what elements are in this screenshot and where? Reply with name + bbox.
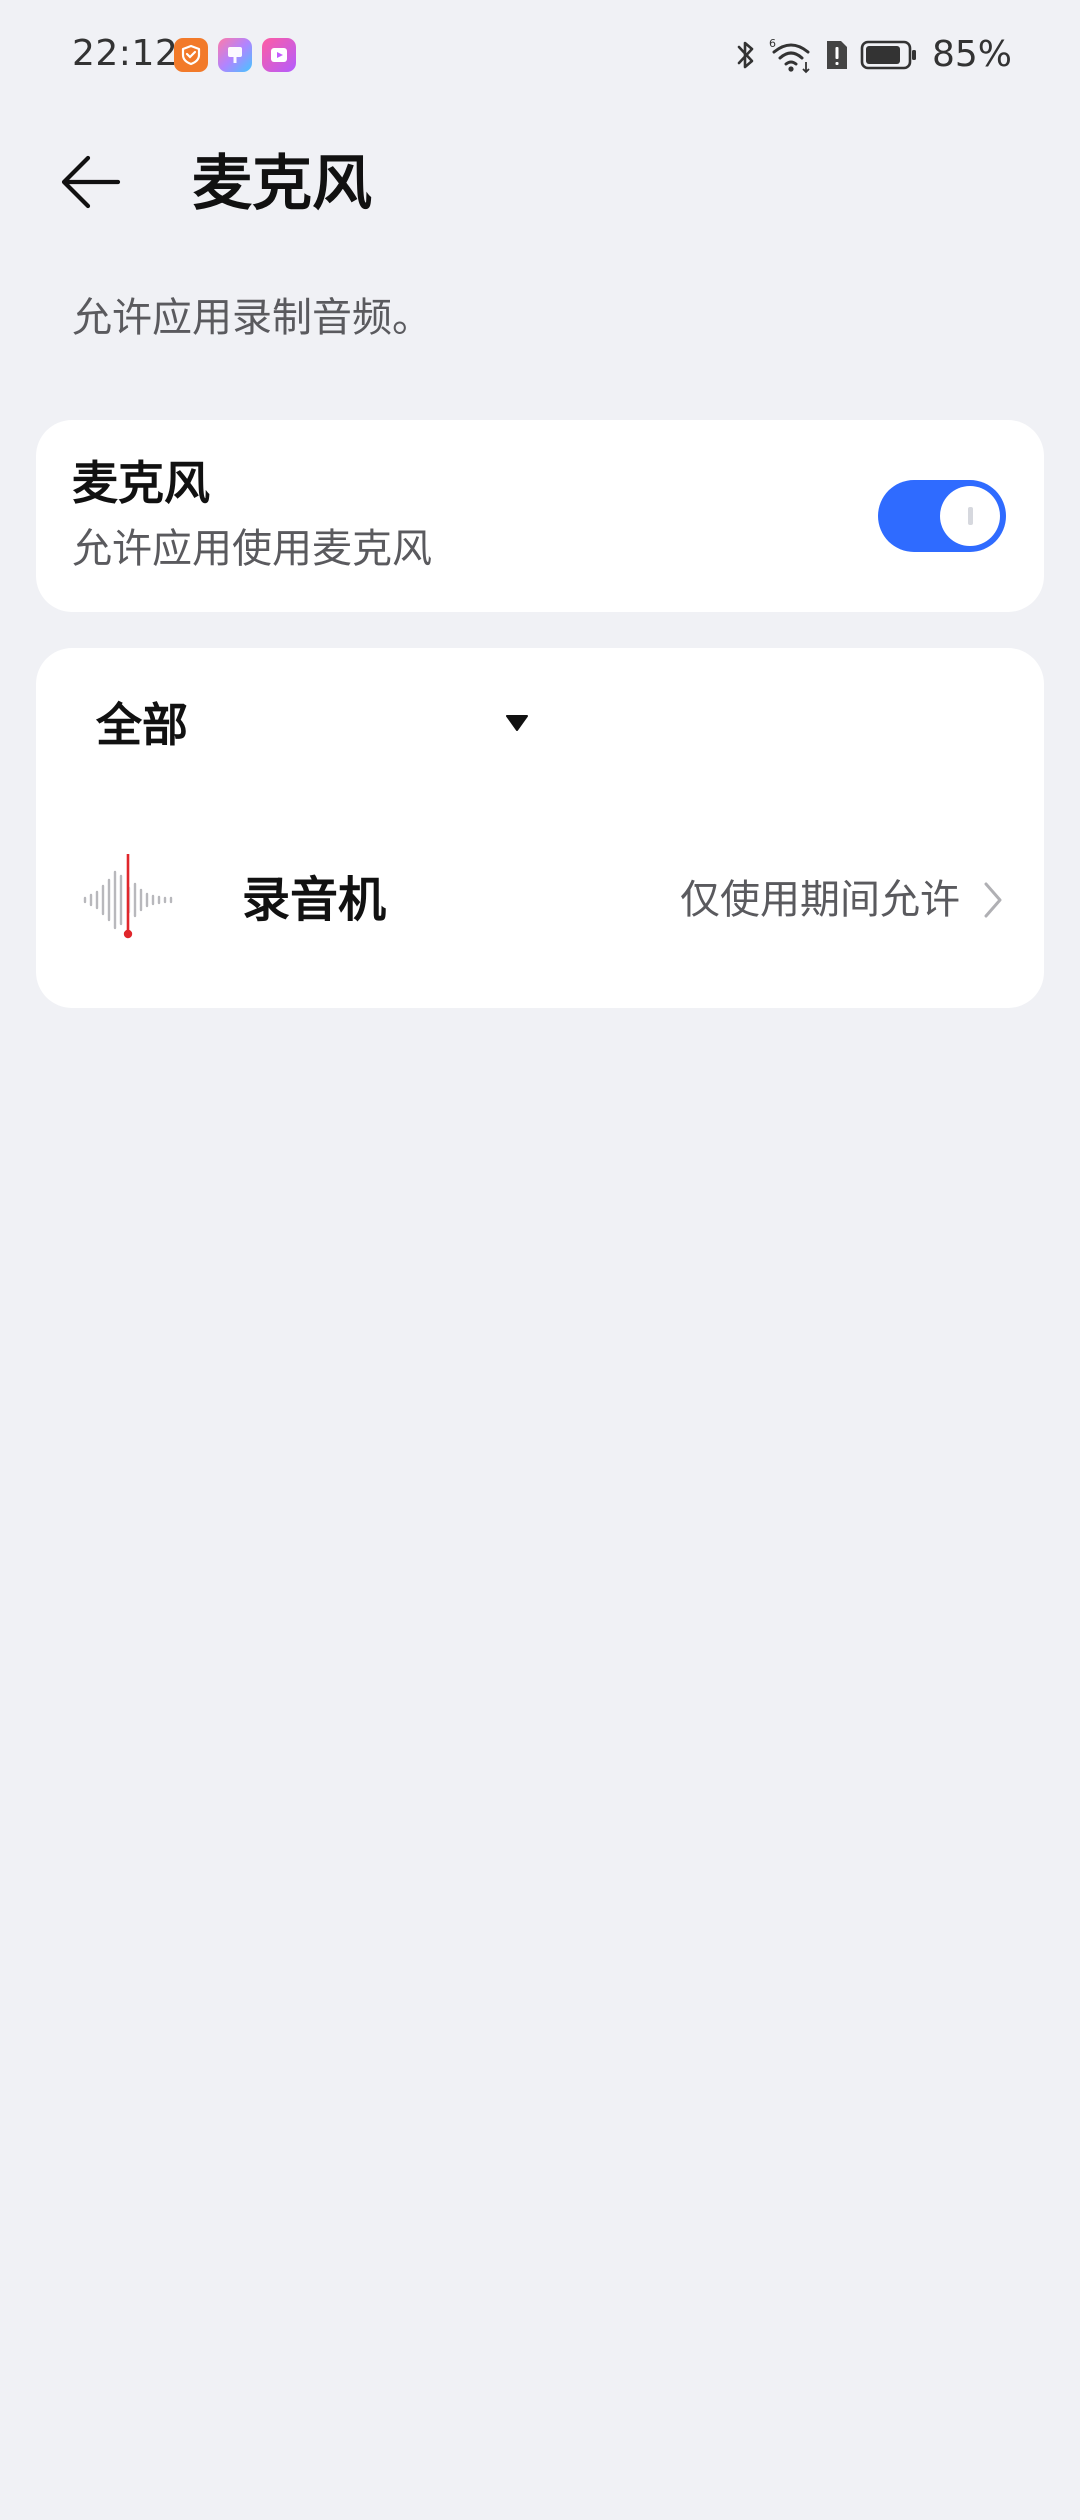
notification-icons: [174, 38, 296, 72]
chevron-right-icon: [982, 878, 1004, 926]
toggle-knob: [940, 486, 1000, 546]
status-time: 22:12: [72, 33, 179, 74]
wifi-6-icon: 6: [768, 36, 814, 74]
page-title: 麦克风: [192, 149, 372, 219]
back-button[interactable]: [58, 140, 158, 228]
caret-down-icon: [504, 712, 530, 738]
toggle-knob-mark: [967, 507, 973, 525]
back-arrow-icon[interactable]: [58, 152, 122, 216]
app-row-recorder[interactable]: 录音机 仅使用期间允许: [36, 830, 1044, 970]
microphone-toggle-switch[interactable]: [878, 480, 1006, 552]
bluetooth-icon: [734, 37, 758, 73]
app-name: 录音机: [242, 872, 387, 928]
status-bar: 22:12 6 85%: [0, 0, 1080, 110]
app-permissions-card: 全部 录音机 仅使用期间允许: [36, 648, 1044, 1008]
svg-text:6: 6: [769, 37, 776, 50]
microphone-setting-subtitle: 允许应用使用麦克风: [72, 526, 432, 572]
microphone-setting-title: 麦克风: [72, 456, 210, 510]
app-notification-icon-gradient: [218, 38, 252, 72]
app-notification-icon-orange: [174, 38, 208, 72]
video-app-icon: [262, 38, 296, 72]
battery-percentage: 85%: [931, 34, 1012, 75]
alert-sim-icon: [824, 38, 850, 72]
app-filter-dropdown[interactable]: 全部: [96, 690, 536, 760]
filter-selected-label: 全部: [96, 698, 188, 752]
recorder-waveform-icon: [82, 852, 178, 948]
microphone-toggle-card: 麦克风 允许应用使用麦克风: [36, 420, 1044, 612]
battery-icon: [860, 39, 918, 71]
app-permission-status: 仅使用期间允许: [680, 877, 960, 923]
page-description: 允许应用录制音频。: [72, 295, 432, 341]
system-status-icons: 6 85%: [734, 30, 1012, 80]
